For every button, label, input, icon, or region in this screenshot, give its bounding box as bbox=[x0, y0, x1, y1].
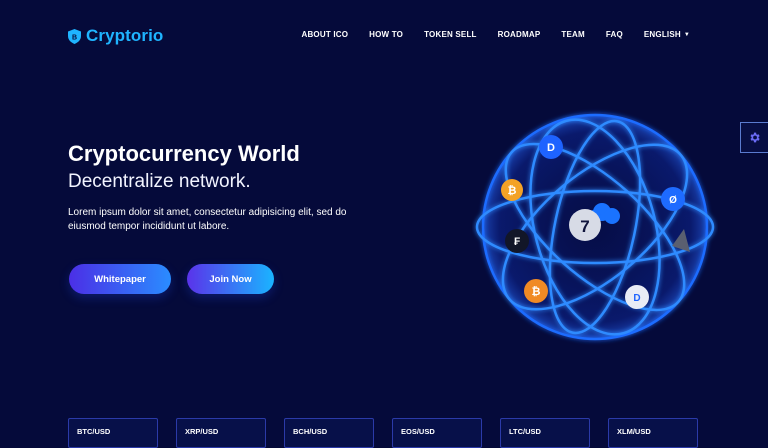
svg-text:7: 7 bbox=[580, 217, 589, 236]
nav-item-token-sell[interactable]: TOKEN SELL bbox=[424, 30, 477, 39]
shield-logo-icon: B bbox=[68, 28, 81, 44]
ticker-bch[interactable]: BCH/USD bbox=[284, 418, 374, 448]
svg-text:Ø: Ø bbox=[669, 195, 677, 206]
language-label: ENGLISH bbox=[643, 30, 681, 39]
svg-text:₿: ₿ bbox=[508, 185, 517, 197]
hero-description: Lorem ipsum dolor sit amet, consectetur … bbox=[68, 207, 347, 232]
bitcoin-coin-icon: ₿ bbox=[501, 179, 523, 201]
caret-down-icon: ▼ bbox=[683, 32, 690, 38]
language-dropdown[interactable]: ENGLISH ▼ bbox=[644, 30, 690, 39]
ticker-btc[interactable]: BTC/USD bbox=[68, 418, 158, 448]
omni-coin-icon: Ø bbox=[661, 187, 685, 211]
ticker-xrp[interactable]: XRP/USD bbox=[176, 418, 266, 448]
dash-coin-icon-2: D bbox=[625, 285, 649, 309]
brand-name: Cryptorio bbox=[86, 26, 164, 45]
nav-item-team[interactable]: TEAM bbox=[561, 30, 584, 39]
brand-logo[interactable]: B Cryptorio bbox=[68, 25, 163, 47]
whitepaper-button[interactable]: Whitepaper bbox=[69, 264, 171, 294]
price-ticker-bar: BTC/USD XRP/USD BCH/USD EOS/USD LTC/USD … bbox=[68, 418, 698, 448]
nav-item-how-to[interactable]: HOW TO bbox=[369, 30, 403, 39]
settings-toggle[interactable] bbox=[740, 122, 768, 153]
augur-coin-icon: ₣ bbox=[505, 229, 529, 253]
svg-text:₿: ₿ bbox=[532, 286, 541, 298]
gear-icon bbox=[750, 132, 760, 143]
hero-title: Cryptocurrency World bbox=[68, 141, 300, 166]
svg-text:D: D bbox=[547, 142, 555, 154]
main-nav: ABOUT ICO HOW TO TOKEN SELL ROADMAP TEAM… bbox=[301, 30, 690, 39]
hero-subtitle: Decentralize network. bbox=[68, 171, 251, 192]
center-coin-icon: 7 bbox=[569, 209, 601, 241]
svg-text:B: B bbox=[72, 34, 77, 41]
bitcoin-cash-coin-icon: ₿ bbox=[524, 279, 548, 303]
svg-text:D: D bbox=[633, 293, 640, 304]
dash-coin-icon: D bbox=[539, 135, 563, 159]
nav-item-faq[interactable]: FAQ bbox=[606, 30, 623, 39]
ticker-eos[interactable]: EOS/USD bbox=[392, 418, 482, 448]
svg-text:₣: ₣ bbox=[514, 236, 520, 248]
join-now-button[interactable]: Join Now bbox=[187, 264, 274, 294]
ticker-ltc[interactable]: LTC/USD bbox=[500, 418, 590, 448]
ticker-xlm[interactable]: XLM/USD bbox=[608, 418, 698, 448]
nav-item-roadmap[interactable]: ROADMAP bbox=[498, 30, 541, 39]
nav-item-about-ico[interactable]: ABOUT ICO bbox=[301, 30, 348, 39]
crypto-sphere-illustration: 7 D ₿ Ø ₣ ₿ D bbox=[475, 113, 715, 341]
